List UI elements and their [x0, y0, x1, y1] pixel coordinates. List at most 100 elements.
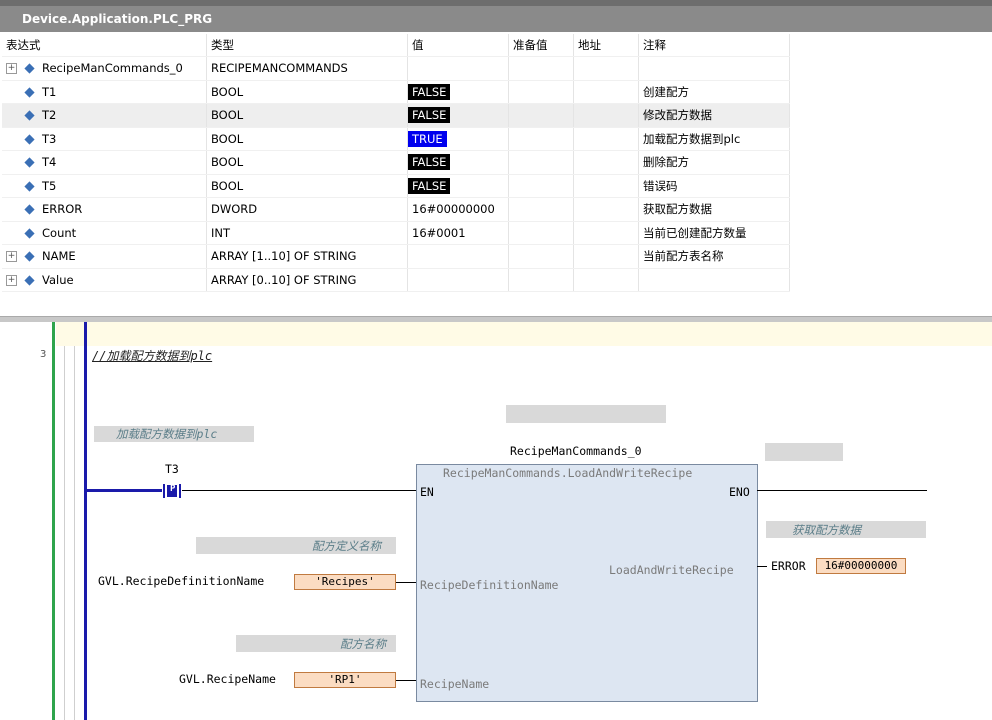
- watch-row[interactable]: ERROR DWORD 16#00000000 获取配方数据: [2, 197, 790, 222]
- input1-online-value: 'Recipes': [294, 574, 396, 590]
- expand-icon[interactable]: +: [6, 251, 17, 263]
- cell-prepared-value[interactable]: [508, 174, 574, 198]
- input1-variable[interactable]: GVL.RecipeDefinitionName: [98, 574, 264, 588]
- expression-text: T5: [42, 178, 57, 193]
- variable-icon: [24, 275, 35, 286]
- expression-text: T4: [42, 155, 57, 170]
- cell-comment: 创建配方: [638, 80, 790, 104]
- output-online-value: 16#00000000: [816, 558, 906, 574]
- expression-text: T2: [42, 108, 57, 123]
- cell-comment: 错误码: [638, 174, 790, 198]
- cell-expression: T4: [2, 150, 207, 175]
- cell-expression: + NAME: [2, 244, 207, 269]
- cell-address: [573, 221, 639, 245]
- expression-text: T3: [42, 131, 57, 146]
- cell-type: BOOL: [206, 150, 408, 175]
- header-expression[interactable]: 表达式: [2, 34, 207, 57]
- header-comment[interactable]: 注释: [638, 34, 790, 57]
- cell-address: [573, 103, 639, 128]
- cell-address: [573, 197, 639, 222]
- watch-row[interactable]: + NAME ARRAY [1..10] OF STRING 当前配方表名称: [2, 244, 790, 269]
- cell-value: TRUE: [407, 127, 509, 151]
- cell-expression: T2: [2, 103, 207, 128]
- header-prepared-value[interactable]: 准备值: [508, 34, 574, 57]
- variable-icon: [24, 134, 35, 145]
- cell-prepared-value[interactable]: [508, 56, 574, 81]
- cell-expression: ERROR: [2, 197, 207, 222]
- cell-comment: 修改配方数据: [638, 103, 790, 128]
- editor-title-bar: Device.Application.PLC_PRG: [0, 6, 992, 32]
- wire-output: [757, 566, 767, 567]
- bool-value-badge: FALSE: [408, 83, 451, 100]
- watch-row[interactable]: + Value ARRAY [0..10] OF STRING: [2, 268, 790, 292]
- variable-icon: [24, 181, 35, 192]
- cell-comment: [638, 56, 790, 81]
- cell-expression: T1: [2, 80, 207, 104]
- cell-value: 16#0001: [407, 221, 509, 245]
- input1-comment: 配方定义名称: [312, 539, 381, 553]
- expression-text: T1: [42, 84, 57, 99]
- bool-value-badge: FALSE: [408, 177, 451, 194]
- bool-value-badge: FALSE: [408, 107, 451, 124]
- cell-address: [573, 127, 639, 151]
- watch-row[interactable]: Count INT 16#0001 当前已创建配方数量: [2, 221, 790, 245]
- cell-value: FALSE: [407, 150, 509, 175]
- cell-value: FALSE: [407, 103, 509, 128]
- network-number: 3: [40, 349, 47, 360]
- expand-icon[interactable]: +: [6, 63, 17, 75]
- cell-prepared-value[interactable]: [508, 103, 574, 128]
- header-type[interactable]: 类型: [206, 34, 408, 57]
- contact-variable[interactable]: T3: [165, 462, 179, 476]
- cell-prepared-value[interactable]: [508, 244, 574, 269]
- left-power-rail: [84, 322, 87, 720]
- header-address[interactable]: 地址: [573, 34, 639, 57]
- cell-type: BOOL: [206, 80, 408, 104]
- cell-expression: Count: [2, 221, 207, 245]
- watch-row[interactable]: T2 BOOL FALSE 修改配方数据: [2, 103, 790, 128]
- watch-row[interactable]: T3 BOOL TRUE 加载配方数据到plc: [2, 127, 790, 151]
- pin-eno: ENO: [729, 485, 750, 499]
- cell-address: [573, 150, 639, 175]
- cell-address: [573, 244, 639, 269]
- pin-en: EN: [420, 485, 434, 499]
- fb-type-name: RecipeManCommands.LoadAndWriteRecipe: [443, 466, 693, 480]
- cell-prepared-value[interactable]: [508, 150, 574, 175]
- variable-icon: [24, 157, 35, 168]
- contact-type: P: [170, 484, 176, 494]
- input2-online-value: 'RP1': [294, 672, 396, 688]
- input2-variable[interactable]: GVL.RecipeName: [179, 672, 276, 686]
- watch-table: 表达式 类型 值 准备值 地址 注释 + RecipeManCommands_0 R…: [2, 34, 790, 292]
- cell-prepared-value[interactable]: [508, 80, 574, 104]
- variable-icon: [24, 228, 35, 239]
- fb-instance-name[interactable]: RecipeManCommands_0: [510, 444, 642, 458]
- cell-type: DWORD: [206, 197, 408, 222]
- expression-text: Count: [42, 225, 77, 240]
- cell-comment: 删除配方: [638, 150, 790, 175]
- output-comment: 获取配方数据: [792, 523, 861, 537]
- cell-value: [407, 244, 509, 269]
- cell-value: [407, 56, 509, 81]
- header-value[interactable]: 值: [407, 34, 509, 57]
- watch-panel: 表达式 类型 值 准备值 地址 注释 + RecipeManCommands_0 R…: [0, 32, 992, 316]
- cell-prepared-value[interactable]: [508, 268, 574, 292]
- cell-prepared-value[interactable]: [508, 221, 574, 245]
- network-comment[interactable]: //加载配方数据到plc: [92, 347, 212, 364]
- pin-recipe-definition-name: RecipeDefinitionName: [420, 578, 559, 592]
- watch-row[interactable]: T1 BOOL FALSE 创建配方: [2, 80, 790, 104]
- ladder-editor: 3 //加载配方数据到plc 加载配方数据到plc T3 P RecipeMan…: [0, 322, 992, 720]
- wire-to-en: [182, 490, 416, 491]
- cell-type: ARRAY [0..10] OF STRING: [206, 268, 408, 292]
- watch-row[interactable]: T4 BOOL FALSE 删除配方: [2, 150, 790, 175]
- cell-address: [573, 56, 639, 81]
- variable-icon: [24, 63, 35, 74]
- cell-prepared-value[interactable]: [508, 197, 574, 222]
- cell-value: FALSE: [407, 80, 509, 104]
- value-text: 16#0001: [412, 225, 466, 240]
- expression-text: ERROR: [42, 202, 83, 217]
- expand-icon[interactable]: +: [6, 274, 17, 286]
- watch-row[interactable]: T5 BOOL FALSE 错误码: [2, 174, 790, 198]
- cell-comment: 加载配方数据到plc: [638, 127, 790, 151]
- output-variable[interactable]: ERROR: [771, 559, 806, 573]
- watch-row[interactable]: + RecipeManCommands_0 RECIPEMANCOMMANDS: [2, 56, 790, 81]
- cell-prepared-value[interactable]: [508, 127, 574, 151]
